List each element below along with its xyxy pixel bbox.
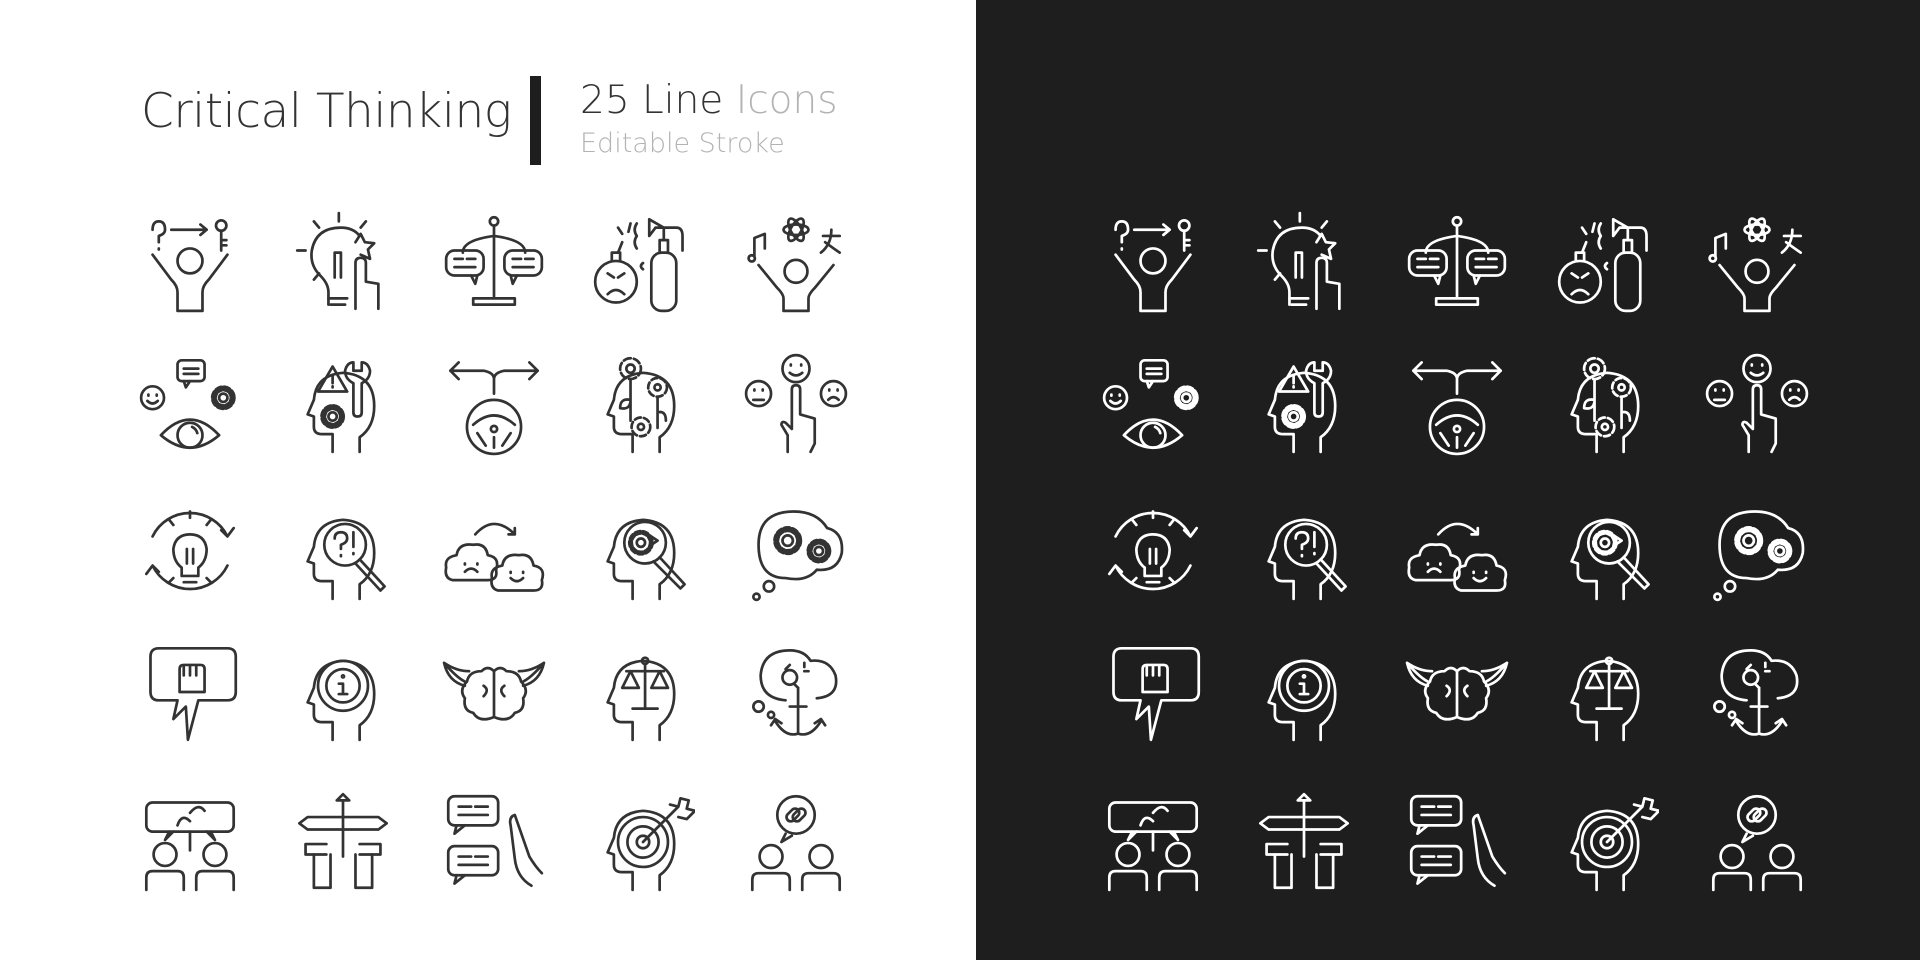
crossroads-icon	[291, 790, 395, 894]
decision-wheel-icon	[1405, 352, 1509, 456]
question-search-icon	[291, 499, 395, 603]
anger-control-icon	[1555, 211, 1659, 315]
multi-talent-icon	[1705, 211, 1809, 315]
winged-brain-icon	[442, 640, 546, 744]
anger-control-icon	[591, 211, 695, 315]
page-title: Critical Thinking	[141, 84, 512, 139]
focused-mind-icon	[591, 790, 695, 894]
mind-growth-icon	[1555, 352, 1659, 456]
icon-count: 25 Line Icons	[580, 78, 838, 123]
observation-icon	[1101, 352, 1205, 456]
protest-speech-icon	[1101, 640, 1205, 744]
observation-icon	[138, 352, 242, 456]
connected-people-icon	[744, 790, 848, 894]
idea-cycle-icon	[138, 499, 242, 603]
protest-speech-icon	[138, 640, 242, 744]
winged-brain-icon	[1405, 640, 1509, 744]
idea-cycle-icon	[1101, 499, 1205, 603]
crossroads-icon	[1252, 790, 1356, 894]
icon-count-gray: Icons	[735, 78, 838, 123]
shared-growth-icon	[138, 790, 242, 894]
shared-growth-icon	[1101, 790, 1205, 894]
thinking-gears-icon	[1705, 499, 1809, 603]
connected-people-icon	[1705, 790, 1809, 894]
thinking-gears-icon	[744, 499, 848, 603]
problem-solving-icon	[138, 211, 242, 315]
mood-change-icon	[1405, 499, 1509, 603]
anchored-thought-icon	[744, 640, 848, 744]
mood-change-icon	[442, 499, 546, 603]
mental-troubleshoot-icon	[291, 352, 395, 456]
mind-analysis-icon	[591, 499, 695, 603]
subtitle: Editable Stroke	[580, 128, 785, 159]
stop-talk-icon	[1405, 790, 1509, 894]
fair-judgement-icon	[591, 640, 695, 744]
creative-idea-icon	[291, 211, 395, 315]
fair-judgement-icon	[1555, 640, 1659, 744]
multi-talent-icon	[744, 211, 848, 315]
mind-analysis-icon	[1555, 499, 1659, 603]
mind-info-icon	[291, 640, 395, 744]
focused-mind-icon	[1555, 790, 1659, 894]
decision-wheel-icon	[442, 352, 546, 456]
question-search-icon	[1252, 499, 1356, 603]
divider	[530, 76, 541, 165]
balanced-discussion-icon	[1405, 211, 1509, 315]
mind-info-icon	[1252, 640, 1356, 744]
anchored-thought-icon	[1705, 640, 1809, 744]
mind-growth-icon	[591, 352, 695, 456]
creative-idea-icon	[1252, 211, 1356, 315]
icon-count-label: 25 Line	[580, 78, 724, 123]
emotion-choice-icon	[744, 352, 848, 456]
stop-talk-icon	[442, 790, 546, 894]
problem-solving-icon	[1101, 211, 1205, 315]
balanced-discussion-icon	[442, 211, 546, 315]
emotion-choice-icon	[1705, 352, 1809, 456]
mental-troubleshoot-icon	[1252, 352, 1356, 456]
